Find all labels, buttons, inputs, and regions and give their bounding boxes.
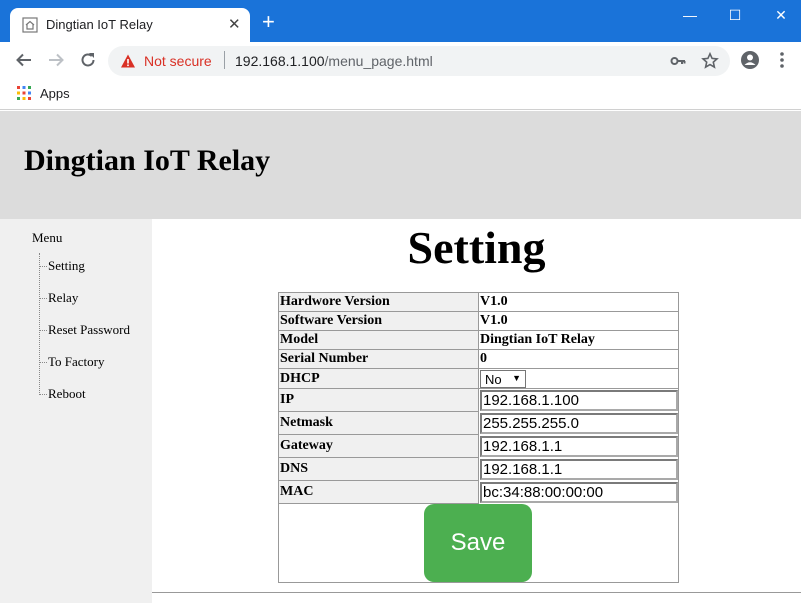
gateway-label: Gateway xyxy=(279,435,479,458)
browser-titlebar: Dingtian IoT Relay ✕ + — ☐ ✕ xyxy=(0,0,801,42)
sidebar-item-to-factory[interactable]: To Factory xyxy=(40,354,105,370)
reload-icon[interactable] xyxy=(78,50,98,70)
more-menu-icon[interactable] xyxy=(778,50,786,70)
row-dhcp: DHCP No ▼ xyxy=(279,369,678,389)
row-dns: DNS 192.168.1.1 xyxy=(279,458,678,481)
browser-toolbar: Not secure 192.168.1.100/menu_page.html xyxy=(0,42,801,78)
row-ip: IP 192.168.1.100 xyxy=(279,389,678,412)
dns-label: DNS xyxy=(279,458,479,481)
netmask-input[interactable]: 255.255.255.0 xyxy=(480,413,678,434)
dhcp-select[interactable]: No ▼ xyxy=(480,370,526,388)
hardware-version-label: Hardwore Version xyxy=(279,293,479,312)
home-icon xyxy=(22,17,38,33)
window-close-icon[interactable]: ✕ xyxy=(766,4,796,26)
url-host: 192.168.1.100 xyxy=(235,53,325,69)
minimize-icon[interactable]: — xyxy=(675,4,705,26)
model-value: Dingtian IoT Relay xyxy=(479,331,678,350)
browser-tab[interactable]: Dingtian IoT Relay ✕ xyxy=(10,8,250,42)
menu-title: Menu xyxy=(32,230,63,245)
mac-input[interactable]: bc:34:88:00:00:00 xyxy=(480,482,678,503)
bookmark-apps[interactable]: Apps xyxy=(40,86,70,101)
bookmarks-bar: Apps xyxy=(0,78,801,110)
gateway-input[interactable]: 192.168.1.1 xyxy=(480,436,678,457)
warning-icon[interactable] xyxy=(120,53,136,69)
sidebar-item-reboot[interactable]: Reboot xyxy=(40,386,86,402)
ip-label: IP xyxy=(279,389,479,412)
sidebar-menu: Menu Setting Relay Reset Password To Fac… xyxy=(0,219,152,603)
key-icon[interactable] xyxy=(670,53,686,69)
apps-grid-icon[interactable] xyxy=(17,86,31,100)
row-serial-number: Serial Number 0 xyxy=(279,350,678,369)
dhcp-label: DHCP xyxy=(279,369,479,389)
sidebar-item-reset-password[interactable]: Reset Password xyxy=(40,322,130,338)
address-separator xyxy=(224,51,225,69)
ip-input[interactable]: 192.168.1.100 xyxy=(480,390,678,411)
hardware-version-value: V1.0 xyxy=(479,293,678,312)
address-bar[interactable]: Not secure 192.168.1.100/menu_page.html xyxy=(108,46,730,76)
mac-label: MAC xyxy=(279,481,479,504)
url-path: /menu_page.html xyxy=(324,53,433,69)
maximize-icon[interactable]: ☐ xyxy=(720,4,750,26)
url-text[interactable]: 192.168.1.100/menu_page.html xyxy=(235,53,433,69)
new-tab-icon[interactable]: + xyxy=(262,11,275,33)
dns-input[interactable]: 192.168.1.1 xyxy=(480,459,678,480)
content-divider xyxy=(152,592,801,593)
netmask-label: Netmask xyxy=(279,412,479,435)
row-netmask: Netmask 255.255.255.0 xyxy=(279,412,678,435)
account-icon[interactable] xyxy=(740,50,760,70)
row-hardware-version: Hardwore Version V1.0 xyxy=(279,293,678,312)
page-title: Setting xyxy=(407,222,546,273)
row-software-version: Software Version V1.0 xyxy=(279,312,678,331)
dhcp-selected-value: No xyxy=(485,371,502,387)
tab-title: Dingtian IoT Relay xyxy=(46,17,153,32)
serial-number-value: 0 xyxy=(479,350,678,369)
tab-close-icon[interactable]: ✕ xyxy=(228,15,241,33)
bookmark-star-icon[interactable] xyxy=(701,51,719,70)
site-title: Dingtian IoT Relay xyxy=(24,144,271,177)
page-header: Dingtian IoT Relay xyxy=(0,111,801,219)
software-version-label: Software Version xyxy=(279,312,479,331)
dropdown-arrow-icon: ▼ xyxy=(512,373,521,383)
security-label[interactable]: Not secure xyxy=(144,53,212,69)
sidebar-item-setting[interactable]: Setting xyxy=(40,258,85,274)
model-label: Model xyxy=(279,331,479,350)
sidebar-item-relay[interactable]: Relay xyxy=(39,290,78,306)
menu-tree-line xyxy=(39,253,40,395)
serial-number-label: Serial Number xyxy=(279,350,479,369)
back-arrow-icon[interactable] xyxy=(14,50,34,70)
save-button[interactable]: Save xyxy=(424,504,532,582)
row-model: Model Dingtian IoT Relay xyxy=(279,331,678,350)
row-mac: MAC bc:34:88:00:00:00 xyxy=(279,481,678,504)
row-gateway: Gateway 192.168.1.1 xyxy=(279,435,678,458)
software-version-value: V1.0 xyxy=(479,312,678,331)
forward-arrow-icon[interactable] xyxy=(46,50,66,70)
